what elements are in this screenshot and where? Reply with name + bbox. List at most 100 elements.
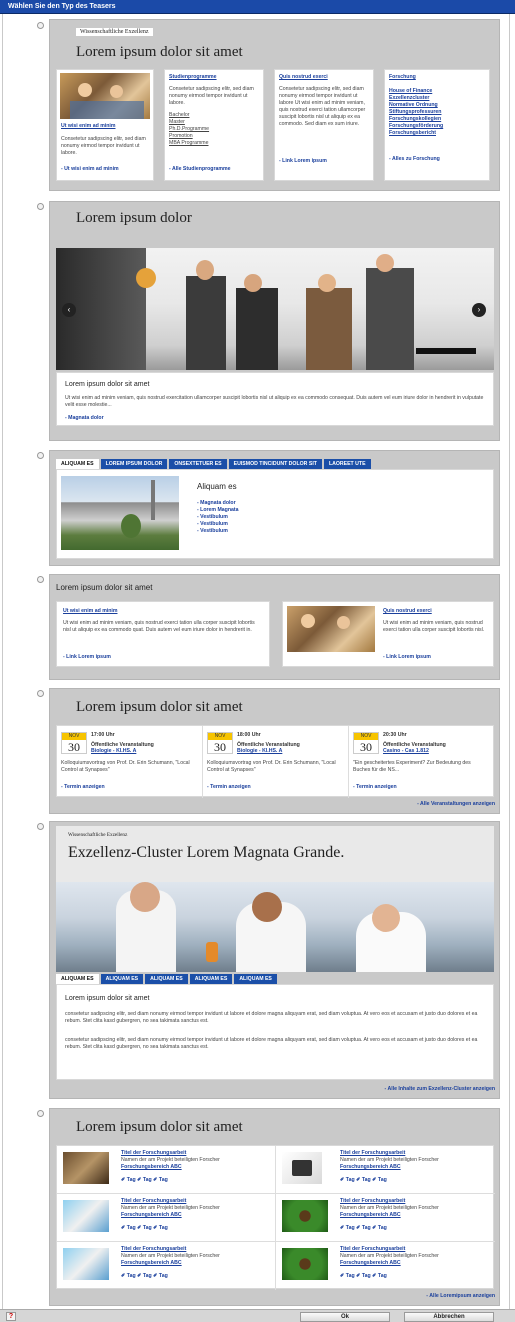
teaser-radio-5[interactable] <box>37 690 44 697</box>
teaser-option-6[interactable]: Wissenschaftliche Exzellenz Exzellenz-Cl… <box>3 817 511 1101</box>
teaser-card-3: ALIQUAM ES LOREM IPSUM DOLOR ONSEXTETUER… <box>49 450 500 566</box>
research-area[interactable]: Forschungsbereich ABC <box>121 1164 182 1171</box>
all-research-link[interactable]: - Alle Loremipsum anzeigen <box>426 1293 495 1300</box>
col4-link[interactable]: Exzellenzcluster <box>389 95 443 102</box>
cluster-tab[interactable]: ALIQUAM ES <box>189 974 233 984</box>
teaser-option-4[interactable]: Lorem ipsum dolor sit amet Ut wisi enim … <box>3 570 511 682</box>
research-tags[interactable]: ✐ Tag ✐ Tag ✐ Tag <box>121 1177 168 1183</box>
col2-link[interactable]: Master <box>169 119 209 126</box>
research-title[interactable]: Titel der Forschungsarbeit <box>340 1198 405 1205</box>
research-title[interactable]: Titel der Forschungsarbeit <box>121 1246 186 1253</box>
teaser-option-2[interactable]: Lorem ipsum dolor ‹ › Lorem ipsum dolor … <box>3 197 511 443</box>
ok-button[interactable]: Ok <box>300 1312 390 1322</box>
carousel-next-button[interactable]: › <box>472 303 486 317</box>
caption-title: Lorem ipsum dolor sit amet <box>65 381 150 388</box>
right-title[interactable]: Quis nostrud exerci <box>383 608 432 615</box>
tab-aliquam[interactable]: ALIQUAM ES <box>56 459 99 469</box>
carousel-caption: Lorem ipsum dolor sit amet Ut wisi enim … <box>56 372 494 426</box>
col3-text: Consetetur sadipscing elitr, sed diam no… <box>279 86 366 127</box>
col1-link[interactable]: Ut wisi enim ad minim <box>61 123 115 130</box>
col2-link[interactable]: Ph.D.Programme <box>169 126 209 133</box>
panel-link[interactable]: - Vestibulum <box>197 514 239 521</box>
research-title[interactable]: Titel der Forschungsarbeit <box>340 1246 405 1253</box>
cluster-tab[interactable]: ALIQUAM ES <box>234 974 277 984</box>
research-area[interactable]: Forschungsbereich ABC <box>121 1212 182 1219</box>
all-events-link[interactable]: - Alle Veranstaltungen anzeigen <box>417 801 495 808</box>
panel-link[interactable]: - Lorem Magnata <box>197 507 239 514</box>
all-cluster-link[interactable]: - Alle Inhalte zum Exzellenz-Cluster anz… <box>385 1086 496 1093</box>
col2-title[interactable]: Studienprogramme <box>169 74 217 81</box>
research-thumb <box>63 1248 109 1280</box>
teaser-option-5[interactable]: Lorem ipsum dolor sit amet NOV 30 17:00 U… <box>3 684 511 816</box>
research-tags[interactable]: ✐ Tag ✐ Tag ✐ Tag <box>121 1273 168 1279</box>
teaser-card-6: Wissenschaftliche Exzellenz Exzellenz-Cl… <box>49 821 500 1099</box>
research-tags[interactable]: ✐ Tag ✐ Tag ✐ Tag <box>340 1177 387 1183</box>
tab-onsextetuer[interactable]: ONSEXTETUER ES <box>169 459 227 469</box>
col2-link[interactable]: MBA Programme <box>169 140 209 147</box>
col4-link[interactable]: Normative Ordnung <box>389 102 443 109</box>
teaser-heading: Lorem ipsum dolor sit amet <box>76 699 243 715</box>
col4-link[interactable]: House of Finance <box>389 88 443 95</box>
research-sub: Namen der am Projekt beteiligten Forsche… <box>340 1253 439 1259</box>
research-area[interactable]: Forschungsbereich ABC <box>340 1164 401 1171</box>
cluster-box-title: Lorem ipsum dolor sit amet <box>65 995 150 1002</box>
event-more-link[interactable]: - Termin anzeigen <box>353 784 397 791</box>
col2-more-link[interactable]: - Alle Studienprogramme <box>169 166 231 173</box>
research-area[interactable]: Forschungsbereich ABC <box>340 1212 401 1219</box>
research-sub: Namen der am Projekt beteiligten Forsche… <box>340 1205 439 1211</box>
left-title[interactable]: Ut wisi enim ad minim <box>63 608 117 615</box>
event-place[interactable]: Biologie - KI.HS. A <box>91 748 136 755</box>
panel-link[interactable]: - Vestibulum <box>197 521 239 528</box>
research-tags[interactable]: ✐ Tag ✐ Tag ✐ Tag <box>121 1225 168 1231</box>
cluster-tab[interactable]: ALIQUAM ES <box>145 974 188 984</box>
right-more-link[interactable]: - Link Lorem ipsum <box>383 654 431 661</box>
research-area[interactable]: Forschungsbereich ABC <box>340 1260 401 1267</box>
col3-more-link[interactable]: - Link Lorem ipsum <box>279 158 327 165</box>
col4-more-link[interactable]: - Alles zu Forschung <box>389 156 440 163</box>
tab-lorem-ipsum[interactable]: LOREM IPSUM DOLOR <box>100 459 168 469</box>
col2-link[interactable]: Promotion <box>169 133 209 140</box>
research-title[interactable]: Titel der Forschungsarbeit <box>121 1198 186 1205</box>
panel-link[interactable]: - Vestibulum <box>197 528 239 535</box>
teaser-heading: Lorem ipsum dolor <box>76 210 192 226</box>
caption-more-link[interactable]: - Magnata dolor <box>65 415 104 422</box>
left-more-link[interactable]: - Link Lorem ipsum <box>63 654 111 661</box>
cluster-tab[interactable]: ALIQUAM ES <box>56 974 99 984</box>
teaser-list[interactable]: Wissenschaftliche Exzellenz Lorem ipsum … <box>2 14 510 1309</box>
teaser-column-1: Ut wisi enim ad minim Consetetur sadipsc… <box>56 69 154 181</box>
col4-link[interactable]: Stiftungsprofessuren <box>389 109 443 116</box>
help-button[interactable]: ? <box>6 1312 16 1321</box>
panel-link[interactable]: - Magnata dolor <box>197 500 239 507</box>
research-area[interactable]: Forschungsbereich ABC <box>121 1260 182 1267</box>
teaser-option-1[interactable]: Wissenschaftliche Exzellenz Lorem ipsum … <box>3 14 511 194</box>
col4-link[interactable]: Forschungskollegien <box>389 116 443 123</box>
kicker-label: Wissenschaftliche Exzellenz <box>76 28 153 36</box>
col4-link[interactable]: Forschungsbericht <box>389 130 443 137</box>
teaser-radio-6[interactable] <box>37 823 44 830</box>
col4-link[interactable]: Forschungsförderung <box>389 123 443 130</box>
event-more-link[interactable]: - Termin anzeigen <box>61 784 105 791</box>
research-title[interactable]: Titel der Forschungsarbeit <box>340 1150 405 1157</box>
tab-euismod[interactable]: EUISMOD TINCIDUNT DOLOR SIT <box>228 459 322 469</box>
col1-more-link[interactable]: - Ut wisi enim ad minim <box>61 166 119 173</box>
teaser-radio-3[interactable] <box>37 452 44 459</box>
teaser-radio-1[interactable] <box>37 22 44 29</box>
col3-title[interactable]: Quis nostrud exerci <box>279 74 328 81</box>
col4-title[interactable]: Forschung <box>389 74 416 81</box>
teaser-option-7[interactable]: Lorem ipsum dolor sit amet Titel der For… <box>3 1104 511 1309</box>
cluster-tab[interactable]: ALIQUAM ES <box>100 974 144 984</box>
col2-link[interactable]: Bachelor <box>169 112 209 119</box>
research-tags[interactable]: ✐ Tag ✐ Tag ✐ Tag <box>340 1273 387 1279</box>
teaser-radio-7[interactable] <box>37 1110 44 1117</box>
event-place[interactable]: Casino - Cas 1.812 <box>383 748 429 755</box>
event-more-link[interactable]: - Termin anzeigen <box>207 784 251 791</box>
teaser-radio-4[interactable] <box>37 576 44 583</box>
carousel-prev-button[interactable]: ‹ <box>62 303 76 317</box>
research-title[interactable]: Titel der Forschungsarbeit <box>121 1150 186 1157</box>
tab-laoreet[interactable]: LAOREET UTE <box>323 459 371 469</box>
cancel-button[interactable]: Abbrechen <box>404 1312 494 1322</box>
teaser-option-3[interactable]: ALIQUAM ES LOREM IPSUM DOLOR ONSEXTETUER… <box>3 446 511 568</box>
research-tags[interactable]: ✐ Tag ✐ Tag ✐ Tag <box>340 1225 387 1231</box>
event-place[interactable]: Biologie - KI.HS. A <box>237 748 282 755</box>
teaser-radio-2[interactable] <box>37 203 44 210</box>
